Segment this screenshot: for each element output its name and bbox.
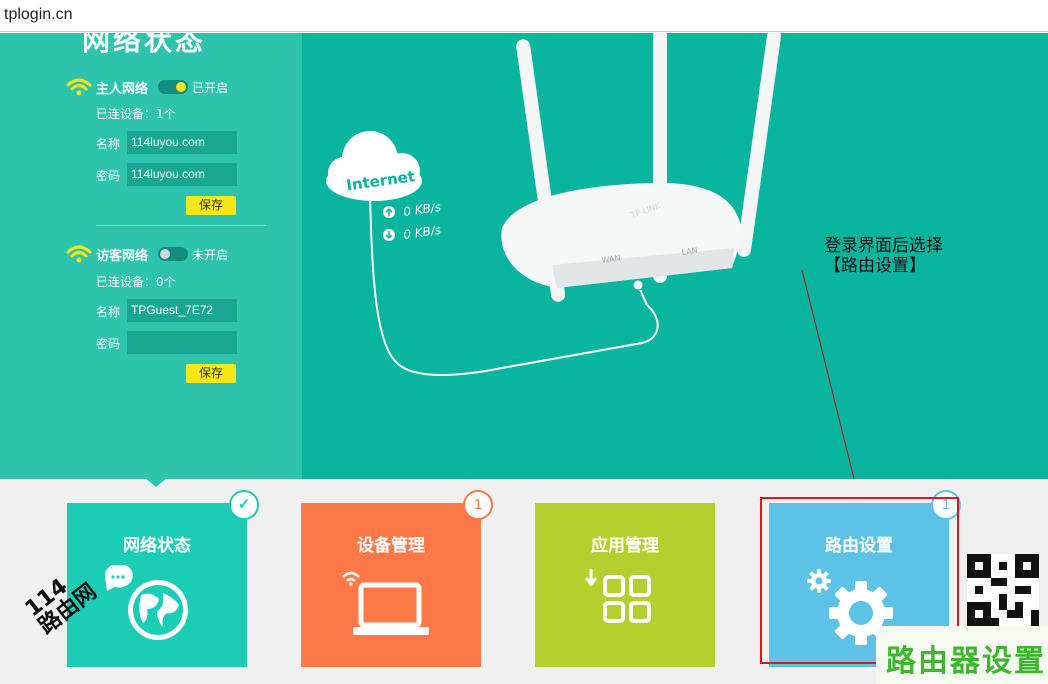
tile-label: 网络状态 xyxy=(123,536,191,556)
globe-icon xyxy=(104,565,188,640)
tile-device-management[interactable]: 设备管理 xyxy=(301,503,481,667)
apps-grid-icon xyxy=(584,569,651,623)
tile-label: 设备管理 xyxy=(357,536,425,556)
tile-device-badge: 1 xyxy=(463,490,493,520)
tile-app-management[interactable]: 应用管理 xyxy=(535,503,715,667)
brand-watermark: 路由器设置 xyxy=(876,626,1048,684)
tile-network-status[interactable]: 网络状态 xyxy=(67,503,247,667)
brand-text: 路由器设置 xyxy=(886,644,1046,679)
qr-code-image xyxy=(967,554,1039,626)
active-tab-pointer xyxy=(145,478,167,487)
tile-status-badge: ✓ xyxy=(229,490,259,520)
laptop-icon xyxy=(342,571,429,635)
tile-label: 应用管理 xyxy=(591,536,659,556)
